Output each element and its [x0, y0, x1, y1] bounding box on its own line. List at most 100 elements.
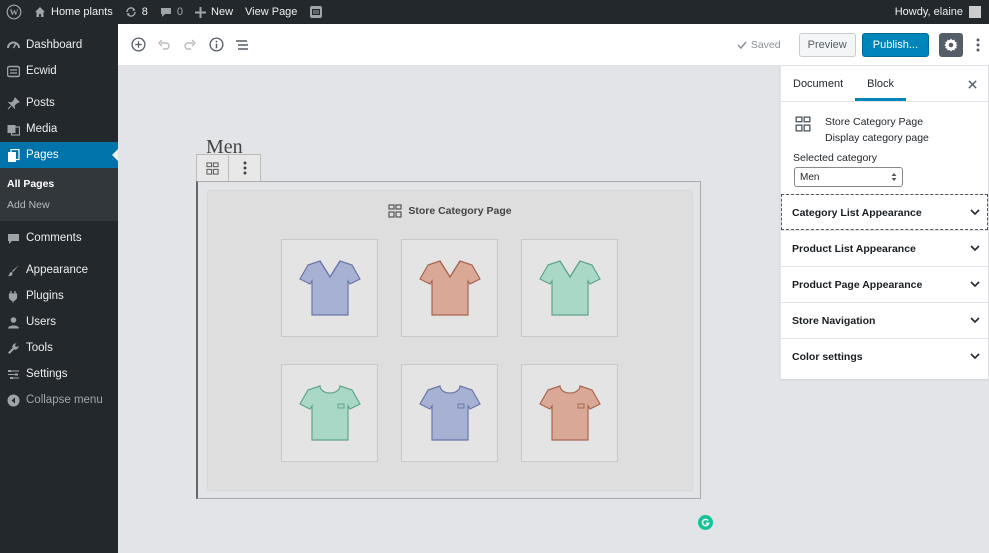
close-icon — [967, 79, 977, 89]
plugin-icon — [6, 289, 20, 303]
block-preview-title: Store Category Page — [208, 204, 692, 218]
sidebar-item-comments[interactable]: Comments — [0, 225, 118, 251]
accordion-title: Color settings — [792, 350, 863, 363]
sidebar-label: Ecwid — [26, 65, 57, 77]
accordion-product-page-appearance[interactable]: Product Page Appearance — [781, 266, 988, 302]
sidebar-item-tools[interactable]: Tools — [0, 335, 118, 361]
sidebar-label: Dashboard — [26, 39, 83, 51]
product-card — [281, 239, 378, 337]
add-block-button[interactable] — [125, 32, 151, 58]
block-card-title: Store Category Page — [825, 116, 924, 128]
new-label: New — [211, 6, 234, 18]
avatar[interactable] — [969, 6, 981, 18]
publish-button[interactable]: Publish... — [861, 32, 929, 57]
store-category-block[interactable]: Store Category Page — [196, 181, 701, 499]
more-menu-button[interactable] — [967, 33, 989, 57]
redo-button[interactable] — [177, 32, 203, 58]
selected-category-select[interactable]: Men — [794, 167, 903, 187]
vertical-ellipsis-icon — [243, 161, 247, 175]
store-category-preview: Store Category Page — [208, 191, 692, 490]
list-view-icon — [236, 39, 248, 50]
vneck-shirt-icon — [418, 260, 481, 316]
plus-icon — [195, 6, 207, 18]
pin-icon — [6, 96, 20, 110]
accordion-title: Category List Appearance — [792, 206, 922, 219]
chevron-down-icon — [970, 281, 980, 288]
block-preview-title-text: Store Category Page — [408, 205, 512, 217]
comments-link[interactable]: 0 — [154, 0, 189, 24]
close-sidebar-button[interactable] — [964, 76, 980, 92]
accordion-category-list-appearance[interactable]: Category List Appearance — [781, 194, 988, 230]
editor-header: Saved Preview Publish... — [118, 24, 989, 66]
comment-bubble-icon — [160, 8, 171, 17]
users-icon — [6, 315, 20, 329]
sidebar-item-media[interactable]: Media — [0, 116, 118, 142]
site-name-link[interactable]: Home plants — [28, 0, 119, 24]
accordion-title: Product Page Appearance — [792, 278, 923, 291]
submenu-add-new[interactable]: Add New — [0, 195, 118, 216]
tshirt-icon — [418, 385, 481, 441]
sidebar-item-posts[interactable]: Posts — [0, 90, 118, 116]
user-greeting[interactable]: Howdy, elaine — [895, 6, 963, 18]
updates-count: 8 — [141, 6, 148, 18]
admin-sidebar: Dashboard Ecwid Posts Media Pages All Pa… — [0, 24, 118, 553]
store-grid-icon — [388, 204, 402, 218]
sidebar-label: Comments — [26, 232, 82, 244]
sidebar-item-dashboard[interactable]: Dashboard — [0, 32, 118, 58]
sidebar-label: Tools — [26, 342, 53, 354]
sidebar-label: Appearance — [26, 264, 89, 276]
saved-label: Saved — [750, 38, 781, 51]
updates-link[interactable]: 8 — [119, 0, 154, 24]
collapse-menu-label: Collapse menu — [26, 394, 103, 406]
sidebar-label: Media — [26, 123, 58, 135]
collapse-menu-button[interactable]: Collapse menu — [0, 387, 118, 413]
new-content-link[interactable]: New — [189, 0, 239, 24]
sidebar-item-plugins[interactable]: Plugins — [0, 283, 118, 309]
plus-circle-icon — [130, 37, 146, 52]
wordpress-logo-icon[interactable]: W — [0, 0, 28, 24]
block-settings-sidebar: Document Block Store Category Page Displ… — [780, 66, 988, 379]
accordion-color-settings[interactable]: Color settings — [781, 338, 988, 374]
product-card — [401, 364, 498, 462]
block-card-description: Display category page — [825, 132, 929, 144]
tab-document[interactable]: Document — [781, 66, 855, 101]
tshirt-icon — [298, 385, 361, 441]
content-info-button[interactable] — [203, 32, 229, 58]
block-more-options-button[interactable] — [228, 155, 260, 181]
accordion-store-navigation[interactable]: Store Navigation — [781, 302, 988, 338]
product-card — [281, 364, 378, 462]
updates-icon — [126, 7, 136, 17]
sidebar-label: Pages — [26, 149, 59, 161]
vneck-shirt-icon — [298, 260, 361, 316]
saved-status: Saved — [737, 39, 781, 51]
chevron-down-icon — [970, 353, 980, 360]
grammarly-icon[interactable] — [698, 515, 713, 530]
accordion-title: Store Navigation — [792, 314, 876, 327]
accordion-product-list-appearance[interactable]: Product List Appearance — [781, 230, 988, 266]
block-type-button[interactable] — [197, 155, 228, 181]
undo-button[interactable] — [151, 32, 177, 58]
store-grid-icon — [206, 161, 219, 175]
sidebar-item-settings[interactable]: Settings — [0, 361, 118, 387]
undo-icon — [158, 39, 170, 50]
sidebar-item-users[interactable]: Users — [0, 309, 118, 335]
sidebar-item-appearance[interactable]: Appearance — [0, 257, 118, 283]
media-icon — [6, 122, 20, 136]
tab-block[interactable]: Block — [855, 66, 907, 101]
block-toolbar — [196, 154, 261, 182]
sidebar-label: Posts — [26, 97, 55, 109]
comments-count: 0 — [176, 6, 184, 18]
svg-text:W: W — [10, 7, 19, 17]
settings-icon — [6, 367, 20, 381]
sidebar-item-pages[interactable]: Pages — [0, 142, 118, 168]
sidebar-item-ecwid[interactable]: Ecwid — [0, 58, 118, 84]
preview-button[interactable]: Preview — [798, 32, 856, 57]
view-page-link[interactable]: View Page — [239, 0, 303, 24]
store-grid-icon — [795, 114, 813, 146]
settings-button[interactable] — [939, 32, 963, 57]
ecwid-store-icon[interactable] — [303, 0, 329, 24]
submenu-all-pages[interactable]: All Pages — [0, 174, 118, 195]
block-navigation-button[interactable] — [229, 32, 255, 58]
editor-canvas: Men Store Category Page — [118, 66, 780, 553]
check-icon — [737, 41, 747, 49]
